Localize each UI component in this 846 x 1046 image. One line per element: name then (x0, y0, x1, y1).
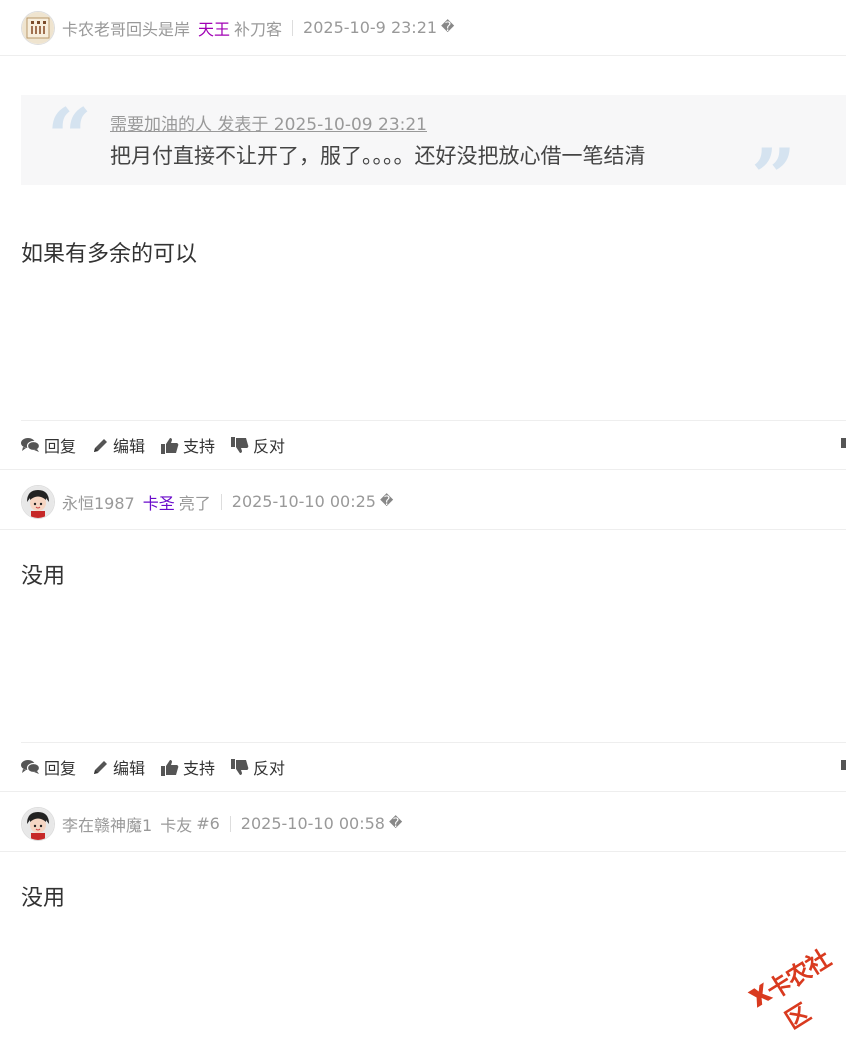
post-actions: 回复 编辑 支持 反对 (21, 742, 846, 791)
oppose-button[interactable]: 反对 (231, 433, 285, 457)
thumbs-down-icon (231, 436, 249, 453)
comments-icon (21, 438, 40, 452)
post-content: 如果有多余的可以 (21, 242, 198, 267)
date-icon: � (441, 20, 455, 35)
post-content: 没用 (21, 886, 66, 911)
edit-button[interactable]: 编辑 (92, 755, 145, 779)
divider (0, 791, 846, 792)
reply-button[interactable]: 回复 (21, 433, 76, 457)
more-icon[interactable] (840, 435, 846, 451)
quote-text: 把月付直接不让开了，服了。。。。还好没把放心借一笔结清 (110, 144, 646, 168)
user-title: 亮了 (178, 493, 211, 513)
avatar[interactable] (21, 10, 55, 45)
support-label: 支持 (183, 759, 216, 778)
open-quote-icon: “ (47, 92, 92, 183)
logo-text: 卡农社区 (761, 944, 836, 1035)
post-date: 2025-10-9 23:21 (303, 18, 438, 37)
pencil-icon (94, 438, 108, 452)
edit-label: 编辑 (113, 437, 146, 456)
divider (0, 469, 846, 470)
support-label: 支持 (183, 437, 216, 456)
post-date: 2025-10-10 00:58 (240, 814, 385, 833)
user-title: #6 (196, 814, 220, 833)
thumbs-down-icon (231, 758, 249, 775)
support-button[interactable]: 支持 (161, 433, 215, 457)
site-logo: 卡农社区 (731, 917, 846, 1035)
oppose-label: 反对 (253, 437, 286, 456)
quote-source-link[interactable]: 需要加油的人 发表于 2025-10-09 23:21 (110, 110, 427, 135)
reply-label: 回复 (44, 759, 77, 778)
avatar[interactable] (21, 484, 55, 519)
user-group: 卡圣 (142, 493, 175, 513)
more-icon[interactable] (840, 757, 846, 773)
post-actions: 回复 编辑 支持 反对 (21, 420, 846, 469)
edit-label: 编辑 (113, 759, 146, 778)
date-icon: � (379, 494, 394, 509)
separator (229, 815, 231, 832)
post-header: 李在赣神魔1 卡友 #6 2025-10-10 00:58 � (0, 796, 846, 852)
comments-icon (21, 760, 40, 774)
separator (292, 19, 294, 36)
oppose-button[interactable]: 反对 (231, 755, 285, 779)
post-header: 永恒1987 卡圣 亮了 2025-10-10 00:25 � (0, 474, 846, 530)
pencil-icon (94, 760, 108, 774)
avatar[interactable] (21, 806, 55, 841)
reply-label: 回复 (44, 437, 77, 456)
post-content: 没用 (21, 564, 66, 589)
date-icon: � (388, 816, 403, 831)
thumbs-up-icon (161, 759, 179, 776)
support-button[interactable]: 支持 (161, 755, 215, 779)
user-group: 卡友 (160, 815, 193, 835)
separator (220, 493, 222, 510)
oppose-label: 反对 (253, 759, 286, 778)
username[interactable]: 李在赣神魔1 (62, 812, 152, 836)
quote-block: “ 需要加油的人 发表于 2025-10-09 23:21 把月付直接不让开了，… (21, 92, 846, 217)
reply-button[interactable]: 回复 (21, 755, 76, 779)
close-quote-icon: ” (751, 132, 796, 223)
username[interactable]: 永恒1987 (62, 490, 135, 514)
username[interactable]: 卡农老哥回头是岸 (62, 16, 190, 40)
thumbs-up-icon (161, 437, 179, 454)
user-group: 天王 (198, 19, 231, 39)
user-title: 补刀客 (234, 19, 283, 39)
post-header: 卡农老哥回头是岸 天王 补刀客 2025-10-9 23:21 � (0, 0, 846, 56)
edit-button[interactable]: 编辑 (92, 433, 145, 457)
post-date: 2025-10-10 00:25 (231, 492, 376, 511)
